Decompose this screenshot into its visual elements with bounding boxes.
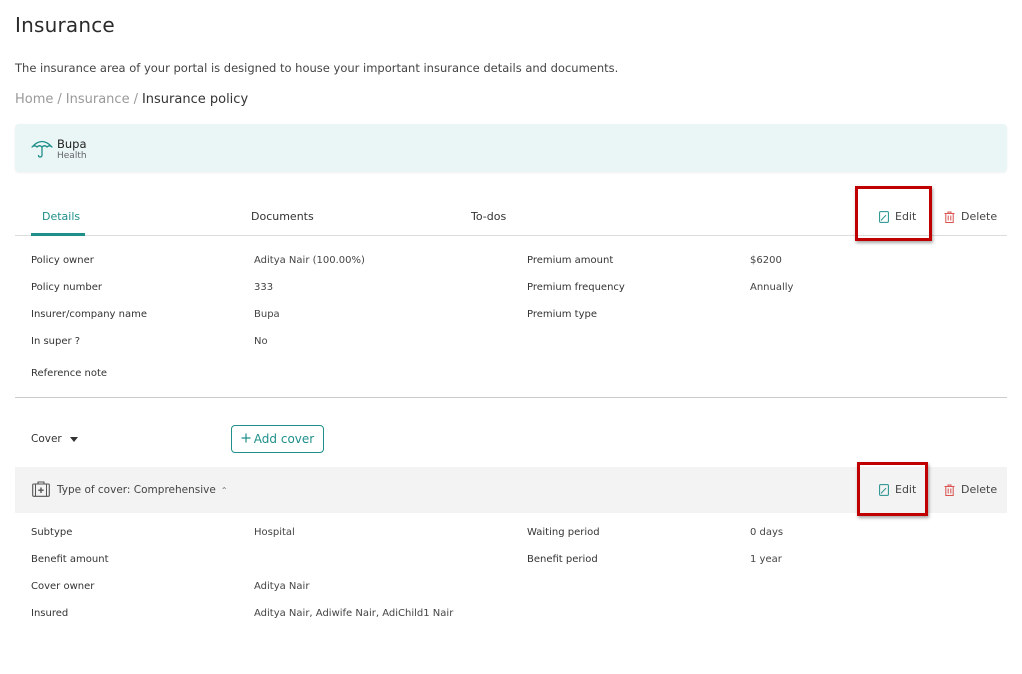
provider-type: Health: [57, 151, 87, 161]
tab-details[interactable]: Details: [42, 210, 80, 223]
cover-delete-button[interactable]: Delete: [944, 483, 997, 496]
tab-documents[interactable]: Documents: [251, 210, 314, 223]
insurer-value: Bupa: [254, 309, 280, 320]
policy-owner-value: Aditya Nair (100.00%): [254, 255, 365, 266]
premium-amount-label: Premium amount: [527, 255, 614, 266]
premium-frequency-value: Annually: [750, 282, 794, 293]
premium-type-label: Premium type: [527, 309, 598, 320]
tab-to-dos[interactable]: To-dos: [471, 210, 506, 223]
subtype-label: Subtype: [31, 527, 73, 538]
plus-icon: [241, 432, 251, 446]
premium-frequency-label: Premium frequency: [527, 282, 625, 293]
insured-value: Aditya Nair, Adiwife Nair, AdiChild1 Nai…: [254, 608, 454, 619]
cover-type-title: Type of cover: Comprehensive: [57, 484, 216, 496]
section-divider: [15, 397, 1007, 398]
insured-label: Insured: [31, 608, 69, 619]
premium-amount-value: $6200: [750, 255, 782, 266]
page-title: Insurance: [15, 13, 115, 37]
waiting-period-label: Waiting period: [527, 527, 600, 538]
cover-dropdown-label: Cover: [31, 433, 62, 445]
active-tab-indicator: [31, 233, 85, 236]
trash-icon: [944, 211, 955, 223]
cover-dropdown[interactable]: Cover: [31, 433, 78, 445]
highlight-annotation: [855, 186, 932, 241]
policy-number-label: Policy number: [31, 282, 102, 293]
benefit-amount-label: Benefit amount: [31, 554, 109, 565]
caret-down-icon: [69, 436, 78, 442]
insurer-label: Insurer/company name: [31, 309, 147, 320]
benefit-period-label: Benefit period: [527, 554, 598, 565]
reference-note-label: Reference note: [31, 368, 108, 379]
breadcrumb-current: Insurance policy: [141, 92, 249, 107]
highlight-annotation: [857, 462, 928, 516]
delete-label: Delete: [961, 483, 998, 496]
policy-owner-label: Policy owner: [31, 255, 94, 266]
provider-name: Bupa: [57, 137, 87, 151]
cover-owner-label: Cover owner: [31, 581, 95, 592]
chevron-up-icon: ⌃: [220, 485, 228, 495]
policy-number-value: 333: [254, 282, 274, 293]
cover-owner-value: Aditya Nair: [254, 581, 310, 592]
umbrella-icon: [31, 138, 53, 158]
provider-card: Bupa Health: [15, 124, 1007, 172]
trash-icon: [944, 484, 955, 496]
add-cover-button[interactable]: Add cover: [231, 425, 324, 453]
subtype-value: Hospital: [254, 527, 295, 538]
delete-label: Delete: [961, 210, 998, 223]
breadcrumb-separator: /: [57, 92, 62, 107]
in-super-label: In super ?: [31, 336, 81, 347]
add-cover-label: Add cover: [253, 432, 315, 446]
breadcrumb-separator: /: [133, 92, 138, 107]
waiting-period-value: 0 days: [750, 527, 784, 538]
page-description: The insurance area of your portal is des…: [15, 61, 619, 75]
medical-kit-icon: [32, 481, 50, 501]
breadcrumb-insurance[interactable]: Insurance: [66, 92, 130, 107]
in-super-value: No: [254, 336, 268, 347]
policy-delete-button[interactable]: Delete: [944, 210, 997, 223]
cover-type-toggle[interactable]: Type of cover: Comprehensive ⌃: [57, 484, 228, 496]
benefit-period-value: 1 year: [750, 554, 782, 565]
breadcrumb: Home / Insurance / Insurance policy: [15, 92, 248, 107]
breadcrumb-home[interactable]: Home: [15, 92, 53, 107]
